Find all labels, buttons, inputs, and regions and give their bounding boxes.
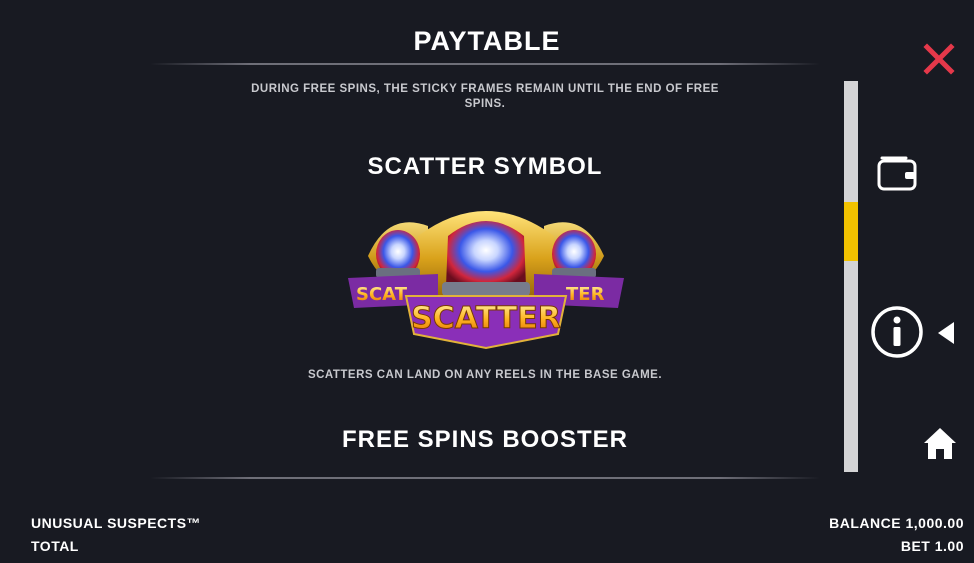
scatter-description: SCATTERS CAN LAND ON ANY REELS IN THE BA… (307, 369, 663, 381)
svg-text:SCAT: SCAT (356, 284, 408, 305)
paytable-content[interactable]: DURING FREE SPINS, THE STICKY FRAMES REM… (150, 66, 820, 476)
bet-display: BET 1.00 (901, 538, 964, 554)
balance-display: BALANCE 1,000.00 (829, 515, 964, 531)
scatter-symbol-image: SCAT TER SCATTER (348, 211, 624, 350)
total-label: TOTAL (31, 538, 79, 554)
info-icon[interactable] (870, 305, 924, 359)
paytable-screen: PAYTABLE DURING FREE SPINS, THE STICKY F… (0, 0, 974, 563)
caret-left-icon (938, 322, 954, 344)
game-name: UNUSUAL SUSPECTS™ (31, 515, 202, 531)
page-title: PAYTABLE (413, 26, 561, 56)
content-bottom-divider (150, 477, 820, 479)
bet-label: BET (900, 538, 931, 554)
scrollbar-track[interactable] (844, 81, 858, 472)
balance-value: 1,000.00 (905, 515, 964, 531)
scatter-symbol-heading: SCATTER SYMBOL (367, 153, 603, 180)
home-icon[interactable] (921, 425, 959, 461)
balance-label: BALANCE (829, 515, 902, 531)
free-spins-booster-heading: FREE SPINS BOOSTER (341, 426, 629, 453)
scrollbar-thumb[interactable] (844, 202, 858, 261)
free-spins-note: DURING FREE SPINS, THE STICKY FRAMES REM… (251, 83, 719, 110)
scatter-logo-text: SCATTER (411, 301, 561, 336)
title-divider (150, 63, 820, 65)
svg-text:TER: TER (566, 284, 605, 305)
close-icon[interactable] (922, 42, 956, 76)
bet-value: 1.00 (934, 538, 964, 554)
wallet-icon[interactable] (876, 152, 918, 192)
